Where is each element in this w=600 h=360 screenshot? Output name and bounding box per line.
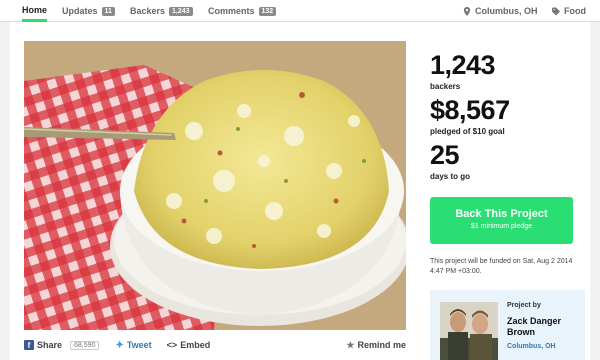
share-label: Share <box>37 340 63 350</box>
location-link[interactable]: Columbus, OH <box>463 0 538 22</box>
tab-home[interactable]: Home <box>22 0 48 22</box>
embed-icon: <> <box>166 340 178 350</box>
tweet-button[interactable]: ✦ Tweet <box>115 340 151 351</box>
comments-count-badge: 132 <box>258 6 277 16</box>
backers-label: backers <box>430 82 461 91</box>
facebook-icon: f <box>24 340 34 350</box>
tab-home-label: Home <box>22 4 48 15</box>
back-this-project-button[interactable]: Back This Project $1 minimum pledge <box>430 197 573 244</box>
embed-button[interactable]: <> Embed <box>167 340 211 350</box>
days-count: 25 <box>430 140 460 170</box>
creator-photo-image <box>440 302 498 360</box>
map-pin-icon <box>463 6 471 16</box>
backers-count-badge: 1,243 <box>169 6 193 16</box>
remind-me-button[interactable]: ★ Remind me <box>346 340 406 351</box>
tab-comments[interactable]: Comments 132 <box>208 0 277 22</box>
days-label: days to go <box>430 172 471 181</box>
remind-label: Remind me <box>357 340 406 350</box>
creator-avatar[interactable] <box>440 302 498 360</box>
backers-count: 1,243 <box>430 50 496 80</box>
project-nav: Home Updates 11 Backers 1,243 Comments 1… <box>0 0 600 22</box>
creator-location[interactable]: Columbus, OH <box>507 343 581 350</box>
category-link[interactable]: Food <box>552 0 586 22</box>
category-label: Food <box>564 6 586 16</box>
potato-salad-image <box>24 41 406 330</box>
twitter-icon: ✦ <box>115 339 124 351</box>
funding-deadline-note: This project will be funded on Sat, Aug … <box>430 258 573 275</box>
tab-backers[interactable]: Backers 1,243 <box>130 0 193 22</box>
tab-updates[interactable]: Updates 11 <box>62 0 115 22</box>
back-button-title: Back This Project <box>455 208 548 220</box>
project-video[interactable] <box>24 41 406 330</box>
tab-comments-label: Comments <box>208 6 255 16</box>
share-count: 68,590 <box>70 340 100 350</box>
back-button-subtitle: $1 minimum pledge <box>470 223 533 230</box>
project-by-label: Project by <box>507 302 541 309</box>
embed-label: Embed <box>180 340 211 350</box>
star-icon: ★ <box>346 339 355 350</box>
pledged-amount: $8,567 <box>430 95 510 125</box>
location-label: Columbus, OH <box>475 6 538 16</box>
tag-icon <box>552 7 560 15</box>
tab-backers-label: Backers <box>130 6 166 16</box>
creator-card: Project by Zack Danger Brown Columbus, O… <box>430 290 585 360</box>
tab-updates-label: Updates <box>62 6 98 16</box>
project-main: f Share 68,590 ✦ Tweet <> Embed ★ Remind… <box>10 22 590 360</box>
creator-name[interactable]: Zack Danger Brown <box>507 316 581 338</box>
updates-count-badge: 11 <box>101 6 115 16</box>
tweet-label: Tweet <box>126 340 152 350</box>
share-row: f Share 68,590 ✦ Tweet <> Embed ★ Remind… <box>24 335 406 355</box>
facebook-share-button[interactable]: f Share 68,590 <box>24 340 100 350</box>
pledged-label: pledged of $10 goal <box>430 127 505 136</box>
creator-info: Project by Zack Danger Brown Columbus, O… <box>507 302 581 350</box>
